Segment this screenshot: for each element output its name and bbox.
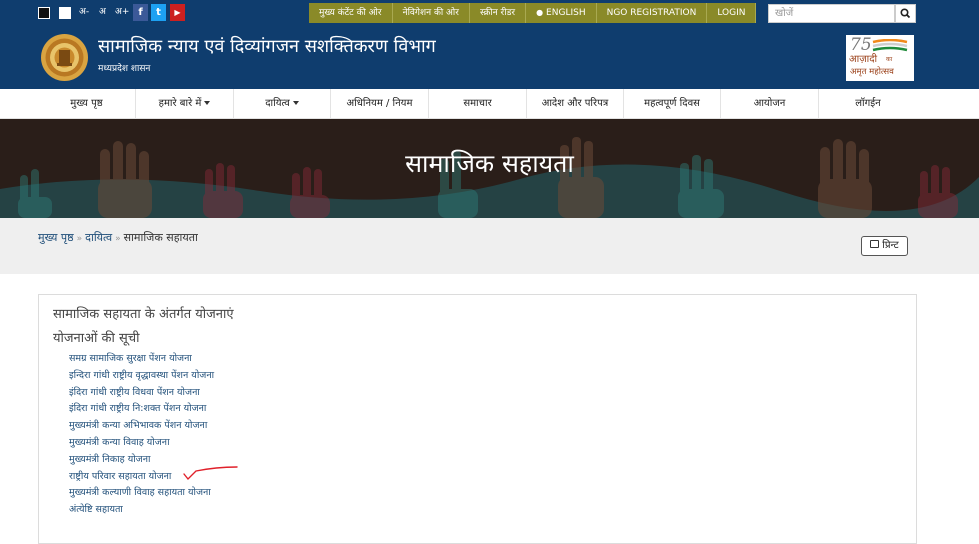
nav-login-label: लॉगईन [855,98,881,109]
site-header: सामाजिक न्याय एवं दिव्यांगजन सशक्तिकरण व… [0,26,979,89]
scheme-link[interactable]: मुख्यमंत्री कल्याणी विवाह सहायता योजना [69,485,214,502]
search-button[interactable] [895,4,916,23]
english-label: ENGLISH [546,8,586,18]
content-panel: सामाजिक सहायता के अंतर्गत योजनाएं योजनाओ… [38,294,917,544]
nav-orders-circulars-label: आदेश और परिपत्र [541,98,609,109]
youtube-icon[interactable]: ▶ [170,4,185,21]
english-language-link[interactable]: ● ENGLISH [526,3,597,23]
font-normal-button[interactable]: अ [99,6,106,18]
scheme-list: समग्र सामाजिक सुरक्षा पेंशन योजना इन्दिर… [69,351,214,519]
scheme-link[interactable]: अंत्येष्टि सहायता [69,502,214,519]
nav-responsibilities[interactable]: दायित्व [234,89,331,119]
section-heading: सामाजिक सहायता के अंतर्गत योजनाएं [53,307,234,322]
nav-important-days-label: महत्वपूर्ण दिवस [644,98,700,109]
site-subtitle: मध्यप्रदेश शासन [98,64,151,74]
normal-contrast-toggle[interactable] [59,7,71,19]
font-decrease-button[interactable]: अ- [79,6,89,18]
red-checkmark-annotation [183,466,238,481]
page-banner: सामाजिक सहायता [0,119,979,218]
nav-login[interactable]: लॉगईन [819,89,917,119]
breadcrumb-separator: » [115,234,121,244]
screen-reader-link[interactable]: स्क्रीन रीडर [469,3,527,23]
flag-stripes-icon [872,39,908,52]
nav-important-days[interactable]: महत्वपूर्ण दिवस [624,89,721,119]
breadcrumb-band: मुख्य पृष्ठ» दायित्व» सामाजिक सहायता प्रिन… [0,218,979,274]
nav-about-us-label: हमारे बारे में [158,98,202,109]
logo-number: 75 [850,35,872,55]
globe-icon: ● [536,8,544,17]
nav-responsibilities-label: दायित्व [265,98,290,109]
nav-news[interactable]: समाचार [429,89,527,119]
quick-links: मुख्य कंटेंट की ओर नेविगेशन की ओर स्क्री… [309,3,757,23]
nav-home-label: मुख्य पृष्ठ [70,98,103,109]
page-title: सामाजिक सहायता [405,149,574,178]
breadcrumb-current: सामाजिक सहायता [123,231,198,244]
logo-line-3: अमृत महोत्सव [850,67,894,77]
nav-about-us[interactable]: हमारे बारे में [136,89,234,119]
mp-government-emblem-icon[interactable] [40,33,89,82]
printer-icon [870,240,880,248]
print-button[interactable]: प्रिन्ट [861,236,908,256]
breadcrumb-parent-link[interactable]: दायित्व [85,231,112,244]
scheme-list-heading: योजनाओं की सूची [53,331,140,346]
site-title[interactable]: सामाजिक न्याय एवं दिव्यांगजन सशक्तिकरण व… [98,35,436,59]
skip-to-navigation-link[interactable]: नेविगेशन की ओर [392,3,470,23]
top-utility-bar: अ- अ अ+ f t ▶ मुख्य कंटेंट की ओर नेविगेश… [0,0,979,26]
logo-line-1: आज़ादी [849,54,878,65]
search-input[interactable]: खोजें [768,4,895,23]
breadcrumb-home-link[interactable]: मुख्य पृष्ठ [38,231,74,244]
skip-to-content-link[interactable]: मुख्य कंटेंट की ओर [309,3,393,23]
facebook-icon[interactable]: f [133,4,148,21]
ngo-registration-link[interactable]: NGO REGISTRATION [596,3,708,23]
chevron-down-icon [204,101,211,105]
search-icon [900,8,911,19]
scheme-link[interactable]: समग्र सामाजिक सुरक्षा पेंशन योजना [69,351,214,368]
scheme-link[interactable]: इंदिरा गांधी राष्ट्रीय नि:शक्त पेंशन योज… [69,401,214,418]
scheme-link[interactable]: इन्दिरा गांधी राष्ट्रीय वृद्धावस्था पेंश… [69,368,214,385]
nav-orders-circulars[interactable]: आदेश और परिपत्र [527,89,624,119]
breadcrumb-separator: » [76,234,83,244]
nav-acts-rules-label: अधिनियम / नियम [346,98,413,109]
twitter-icon[interactable]: t [151,4,166,21]
breadcrumb: मुख्य पृष्ठ» दायित्व» सामाजिक सहायता [38,230,198,247]
scheme-link[interactable]: मुख्यमंत्री कन्या अभिभावक पेंशन योजना [69,418,214,435]
logo-line-2: का [886,56,893,63]
scheme-link[interactable]: मुख्यमंत्री कन्या विवाह योजना [69,435,214,452]
high-contrast-dark-toggle[interactable] [38,7,50,19]
azadi-ka-amrit-mahotsav-logo: 75 आज़ादी का अमृत महोत्सव [846,35,914,81]
login-link[interactable]: LOGIN [707,3,757,23]
print-label: प्रिन्ट [882,240,899,251]
chevron-down-icon [292,101,299,105]
nav-events[interactable]: आयोजन [721,89,819,119]
scheme-link[interactable]: इंदिरा गांधी राष्ट्रीय विधवा पेंशन योजना [69,385,214,402]
nav-news-label: समाचार [463,98,492,109]
nav-acts-rules[interactable]: अधिनियम / नियम [331,89,429,119]
nav-home[interactable]: मुख्य पृष्ठ [38,89,136,119]
font-increase-button[interactable]: अ+ [115,6,129,18]
nav-events-label: आयोजन [753,98,786,109]
main-navigation: मुख्य पृष्ठ हमारे बारे में दायित्व अधिनि… [0,89,979,119]
